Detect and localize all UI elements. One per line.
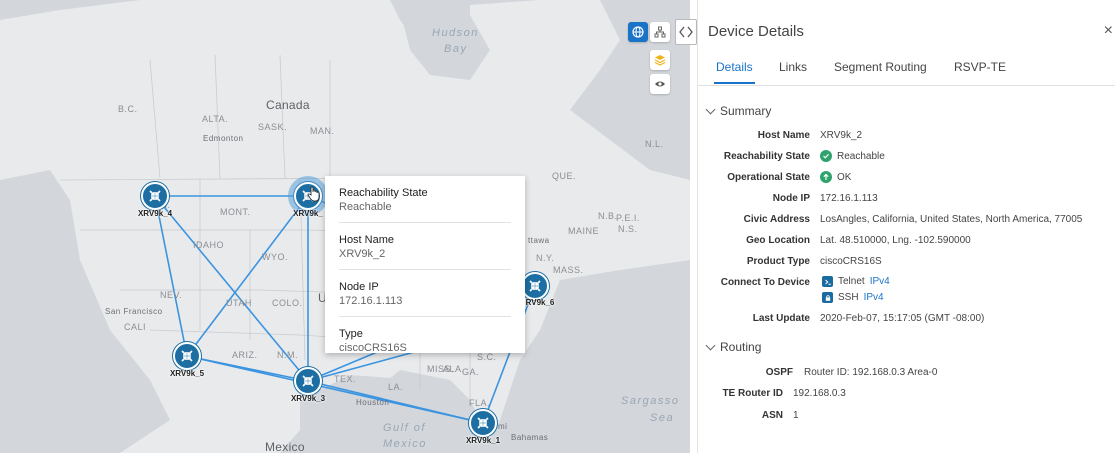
tooltip-reachability: Reachability State Reachable — [339, 176, 511, 223]
node-label: RV9k_6 — [525, 298, 555, 307]
node-label: XRV9k_1 — [465, 436, 501, 445]
tooltip-value: XRV9k_2 — [339, 248, 386, 260]
reachability-value: Reachable — [820, 150, 885, 162]
eye-icon — [655, 81, 665, 87]
router-node-xrv9k-1[interactable] — [469, 409, 497, 437]
check-circle-icon — [820, 150, 832, 162]
last-update-value: 2020-Feb-07, 15:17:05 (GMT -08:00) — [820, 313, 985, 324]
router-icon — [529, 280, 541, 292]
panel-toggle-button[interactable] — [675, 19, 697, 45]
node-label: XRV9k_4 — [137, 209, 173, 218]
tooltip-label: Host Name — [339, 234, 395, 246]
tooltip-label: Node IP — [339, 281, 379, 293]
chevron-down-icon — [705, 340, 716, 350]
router-node-xrv9k-5[interactable] — [173, 342, 201, 370]
panel-title: Device Details — [708, 23, 804, 40]
topology-view-button[interactable] — [650, 22, 670, 42]
asn-value: 1 — [793, 410, 799, 421]
visibility-button[interactable] — [650, 74, 670, 94]
last-update-label: Last Update — [752, 313, 810, 324]
host-name-value: XRV9k_2 — [820, 130, 863, 141]
node-label: XRV9k_5 — [169, 369, 205, 378]
tooltip-value: 172.16.1.113 — [339, 295, 403, 307]
details-tabs: Details Links Segment Routing RSVP-TE — [698, 58, 1115, 86]
router-icon — [302, 375, 314, 387]
product-type-value: ciscoCRS16S — [820, 256, 882, 267]
tooltip-label: Reachability State — [339, 187, 428, 199]
tooltip-type: Type ciscoCRS16S — [339, 317, 511, 363]
lock-icon — [822, 292, 833, 303]
router-icon — [181, 350, 193, 362]
chevron-down-icon — [705, 104, 716, 114]
layers-button[interactable] — [650, 50, 670, 70]
close-icon[interactable]: × — [1104, 22, 1113, 40]
operational-state-label: Operational State — [727, 172, 810, 183]
ssh-row: SSH IPv4 — [822, 292, 884, 303]
ssh-ipv4-link[interactable]: IPv4 — [864, 292, 884, 303]
geo-location-value: Lat. 48.510000, Lng. -102.590000 — [820, 235, 971, 246]
node-ip-value: 172.16.1.113 — [820, 193, 878, 204]
code-brackets-icon — [679, 26, 693, 38]
tooltip-host: Host Name XRV9k_2 — [339, 223, 511, 270]
ssh-text: SSH — [838, 292, 859, 303]
te-router-id-value: 192.168.0.3 — [793, 388, 846, 399]
arrow-up-circle-icon — [820, 171, 832, 183]
router-icon — [477, 417, 489, 429]
asn-label: ASN — [761, 410, 783, 421]
ospf-label: OSPF — [765, 367, 793, 378]
routing-section-header[interactable]: Routing — [705, 340, 762, 354]
te-router-id-label: TE Router ID — [722, 388, 783, 399]
topology-map[interactable]: Hudson Bay Canada B.C. ALTA. SASK. MAN. … — [0, 0, 690, 453]
globe-icon — [632, 26, 644, 38]
tooltip-label: Type — [339, 328, 363, 340]
host-name-label: Host Name — [757, 130, 810, 141]
topology-icon — [654, 26, 666, 38]
connect-label: Connect To Device — [720, 277, 810, 288]
civic-address-value: LosAngles, California, United States, No… — [820, 214, 1083, 225]
ospf-value: Router ID: 192.168.0.3 Area-0 — [804, 367, 938, 378]
terminal-icon — [822, 276, 833, 287]
civic-address-label: Civic Address — [743, 214, 810, 225]
tooltip-value: ciscoCRS16S — [339, 342, 407, 354]
telnet-ipv4-link[interactable]: IPv4 — [870, 276, 890, 287]
router-node-xrv9k-6[interactable] — [521, 272, 549, 300]
layers-icon — [654, 55, 666, 66]
hand-cursor-icon — [307, 186, 320, 202]
node-label: XRV9k_3 — [290, 394, 326, 403]
router-node-xrv9k-3[interactable] — [294, 367, 322, 395]
summary-section-header[interactable]: Summary — [705, 104, 772, 118]
tab-details[interactable]: Details — [714, 60, 755, 84]
tab-segment-routing[interactable]: Segment Routing — [834, 60, 927, 74]
operational-state-value: OK — [820, 171, 851, 183]
router-node-xrv9k-4[interactable] — [141, 182, 169, 210]
telnet-row: Telnet IPv4 — [822, 276, 890, 287]
device-details-panel: Device Details × Details Links Segment R… — [697, 0, 1115, 453]
tab-rsvp-te[interactable]: RSVP-TE — [954, 60, 1006, 74]
product-type-label: Product Type — [746, 256, 810, 267]
node-ip-label: Node IP — [772, 193, 810, 204]
reachability-label: Reachability State — [723, 151, 810, 162]
section-title: Summary — [720, 104, 772, 118]
tab-links[interactable]: Links — [779, 60, 807, 74]
tooltip-node-ip: Node IP 172.16.1.113 — [339, 270, 511, 317]
tooltip-value: Reachable — [339, 201, 392, 213]
node-tooltip: Reachability State Reachable Host Name X… — [325, 176, 525, 354]
telnet-text: Telnet — [838, 276, 865, 287]
router-icon — [149, 190, 161, 202]
node-label: XRV9k_ — [293, 209, 323, 218]
globe-view-button[interactable] — [628, 22, 648, 42]
reachability-text: Reachable — [837, 150, 885, 162]
section-title: Routing — [720, 340, 762, 354]
operational-state-text: OK — [837, 171, 852, 183]
geo-location-label: Geo Location — [746, 235, 810, 246]
